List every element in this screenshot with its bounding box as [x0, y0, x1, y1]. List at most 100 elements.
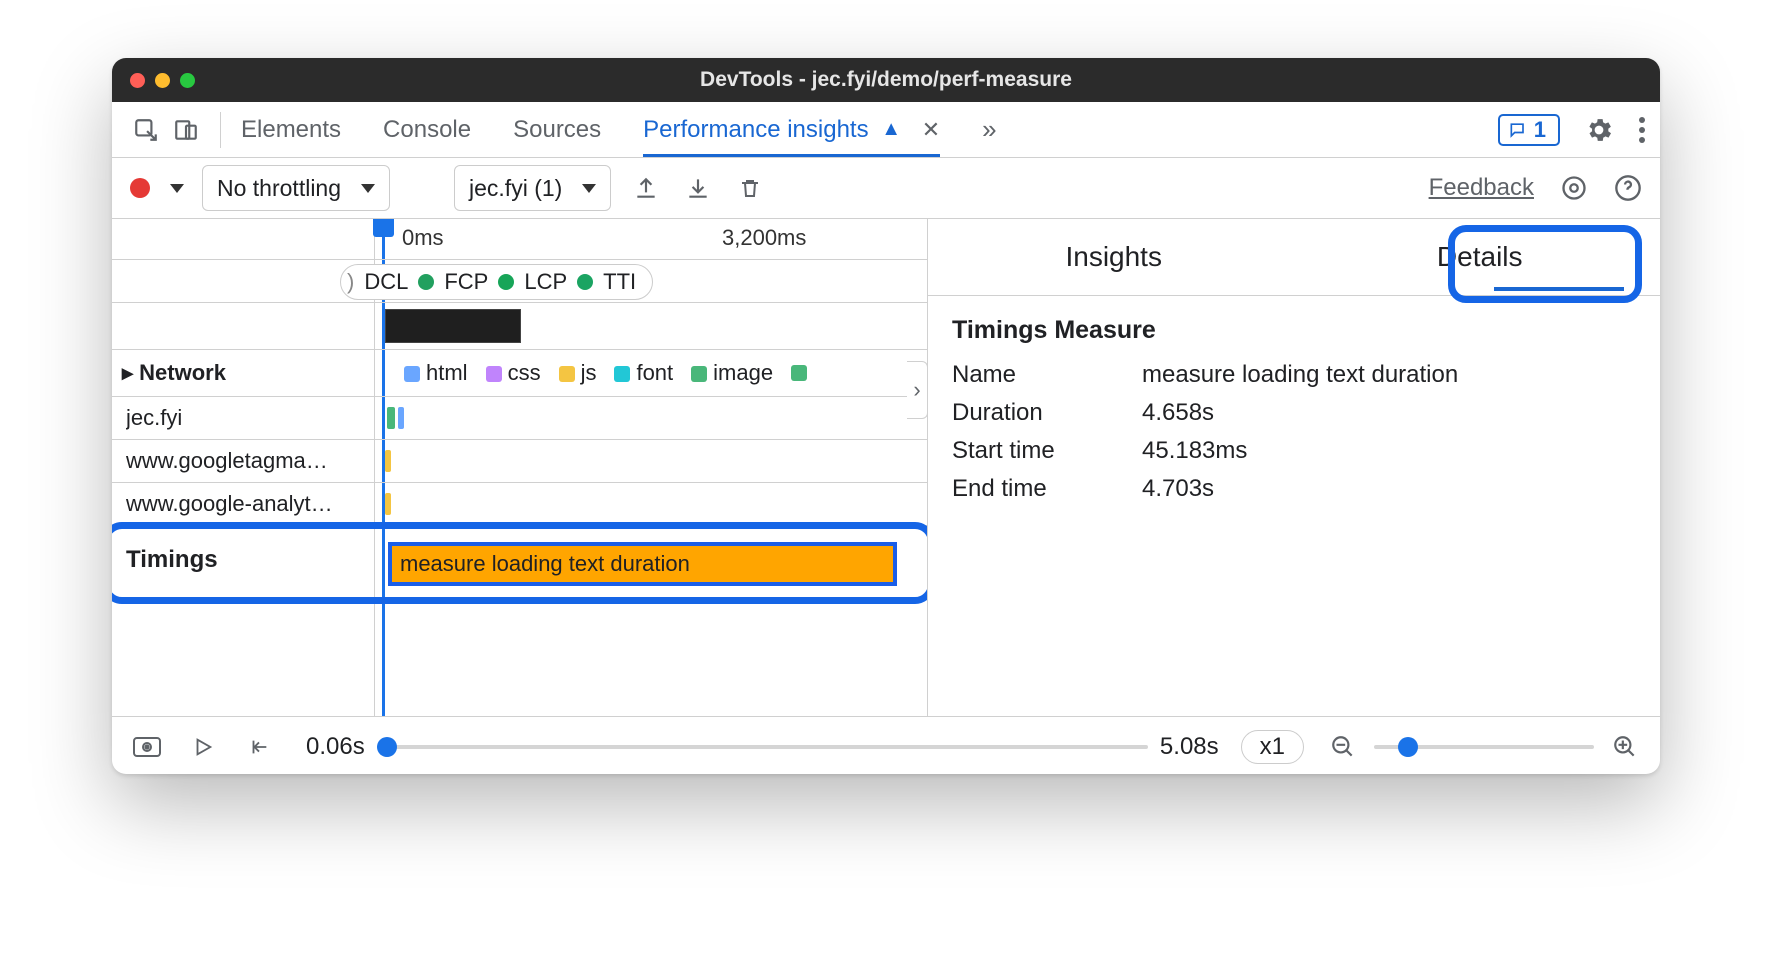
request-host: www.googletagma… — [126, 448, 328, 474]
network-section-label[interactable]: ▸ Network — [122, 360, 226, 386]
timing-measure-label: measure loading text duration — [400, 551, 690, 577]
network-row[interactable]: www.googletagma… — [112, 440, 927, 483]
close-tab-icon[interactable]: ✕ — [922, 117, 940, 142]
issues-badge[interactable]: 1 — [1498, 114, 1560, 146]
recording-toolbar: No throttling jec.fyi (1) Feedback — [112, 158, 1660, 219]
range-end: 5.08s — [1160, 733, 1219, 761]
details-heading: Timings Measure — [952, 316, 1636, 345]
metric-dcl: DCL — [364, 269, 408, 295]
throttling-select[interactable]: No throttling — [202, 165, 390, 211]
record-button[interactable] — [130, 178, 150, 198]
timings-section: Timings measure loading text duration — [112, 526, 927, 599]
inspect-element-icon[interactable] — [126, 110, 166, 150]
titlebar: DevTools - jec.fyi/demo/perf-measure — [112, 58, 1660, 102]
legend-items: html css js font image — [404, 360, 807, 386]
metrics-row: ) DCL FCP LCP TTI — [112, 260, 927, 303]
panel-tabs: Elements Console Sources Performance ins… — [241, 102, 997, 157]
slider-thumb[interactable] — [1398, 737, 1418, 757]
network-row[interactable]: jec.fyi — [112, 397, 927, 440]
zoom-in-icon[interactable] — [1608, 730, 1642, 764]
time-slider[interactable] — [377, 745, 1148, 749]
swatch-more-icon — [791, 365, 807, 381]
panel-settings-icon[interactable] — [1560, 174, 1588, 202]
network-row[interactable]: www.google-analyt… — [112, 483, 927, 525]
detail-row: Start time45.183ms — [952, 437, 1636, 465]
toggle-device-icon[interactable] — [166, 110, 206, 150]
zoom-slider[interactable] — [1374, 745, 1594, 749]
swatch-css-icon — [486, 366, 502, 382]
main-area: 0ms 3,200ms ) DCL FCP LCP TTI — [112, 219, 1660, 716]
timings-label: Timings — [126, 546, 218, 574]
right-tabs: Insights Details — [928, 219, 1660, 296]
go-to-start-icon[interactable] — [242, 730, 276, 764]
dot-icon — [418, 274, 434, 290]
swatch-font-icon — [614, 366, 630, 382]
kebab-menu-icon[interactable] — [1638, 115, 1646, 145]
play-icon[interactable] — [186, 730, 220, 764]
tab-console[interactable]: Console — [383, 104, 471, 156]
time-range: 0.06s 5.08s — [306, 733, 1219, 761]
filmstrip-frame[interactable] — [385, 309, 521, 343]
network-header-row: ▸ Network html css js font image — [112, 350, 927, 397]
recording-select[interactable]: jec.fyi (1) — [454, 165, 611, 211]
zoom-out-icon[interactable] — [1326, 730, 1360, 764]
request-bar — [398, 407, 404, 429]
caret-down-icon — [361, 184, 375, 193]
recording-value: jec.fyi (1) — [469, 175, 562, 202]
devtools-tabstrip: Elements Console Sources Performance ins… — [112, 102, 1660, 158]
expand-right-handle[interactable]: › — [907, 361, 928, 419]
caret-down-icon — [582, 184, 596, 193]
swatch-image-icon — [691, 366, 707, 382]
separator — [220, 112, 221, 148]
range-start: 0.06s — [306, 733, 365, 761]
time-ruler[interactable]: 0ms 3,200ms — [112, 219, 927, 260]
tab-elements[interactable]: Elements — [241, 104, 341, 156]
active-tab-underline — [1494, 287, 1624, 291]
tab-details[interactable]: Details — [1435, 235, 1525, 279]
settings-icon[interactable] — [1584, 115, 1614, 145]
detail-row: Duration4.658s — [952, 399, 1636, 427]
import-icon[interactable] — [681, 171, 715, 205]
request-host: www.google-analyt… — [126, 491, 333, 517]
network-rows: jec.fyi www.googletagma… www.google-anal… — [112, 397, 927, 526]
timing-measure-bar[interactable]: measure loading text duration — [388, 542, 897, 586]
metrics-pill[interactable]: ) DCL FCP LCP TTI — [340, 264, 653, 300]
tab-sources[interactable]: Sources — [513, 104, 601, 156]
metric-lcp: LCP — [524, 269, 567, 295]
details-body: Timings Measure Namemeasure loading text… — [928, 296, 1660, 521]
delete-icon[interactable] — [733, 171, 767, 205]
tab-label: Performance insights — [643, 116, 868, 143]
dot-icon — [577, 274, 593, 290]
more-tabs-button[interactable]: » — [982, 102, 996, 157]
detail-row: Namemeasure loading text duration — [952, 361, 1636, 389]
request-bar — [385, 450, 391, 472]
slider-thumb[interactable] — [377, 737, 397, 757]
issues-count: 1 — [1534, 117, 1546, 143]
metric-tti: TTI — [603, 269, 636, 295]
request-bar — [387, 407, 395, 429]
playback-bar: 0.06s 5.08s x1 — [112, 716, 1660, 774]
record-options-caret-icon[interactable] — [170, 184, 184, 193]
export-icon[interactable] — [629, 171, 663, 205]
tab-insights[interactable]: Insights — [1063, 235, 1164, 279]
tick-3200ms: 3,200ms — [722, 225, 806, 251]
throttling-value: No throttling — [217, 175, 341, 202]
timeline-pane: 0ms 3,200ms ) DCL FCP LCP TTI — [112, 219, 928, 716]
swatch-js-icon — [559, 366, 575, 382]
filmstrip-row — [112, 303, 927, 350]
experiment-icon: ▲ — [881, 118, 901, 140]
dot-icon — [498, 274, 514, 290]
devtools-window: DevTools - jec.fyi/demo/perf-measure Ele… — [112, 58, 1660, 774]
tick-0ms: 0ms — [402, 225, 444, 251]
help-icon[interactable] — [1614, 174, 1642, 202]
detail-row: End time4.703s — [952, 475, 1636, 503]
preview-toggle-icon[interactable] — [130, 730, 164, 764]
window-title: DevTools - jec.fyi/demo/perf-measure — [112, 68, 1660, 92]
playback-speed[interactable]: x1 — [1241, 730, 1304, 764]
request-host: jec.fyi — [126, 405, 182, 431]
metric-fcp: FCP — [444, 269, 488, 295]
feedback-link[interactable]: Feedback — [1429, 174, 1534, 202]
details-pane: Insights Details Timings Measure Namemea… — [928, 219, 1660, 716]
swatch-html-icon — [404, 366, 420, 382]
tab-performance-insights[interactable]: Performance insights ▲ ✕ — [643, 104, 940, 156]
